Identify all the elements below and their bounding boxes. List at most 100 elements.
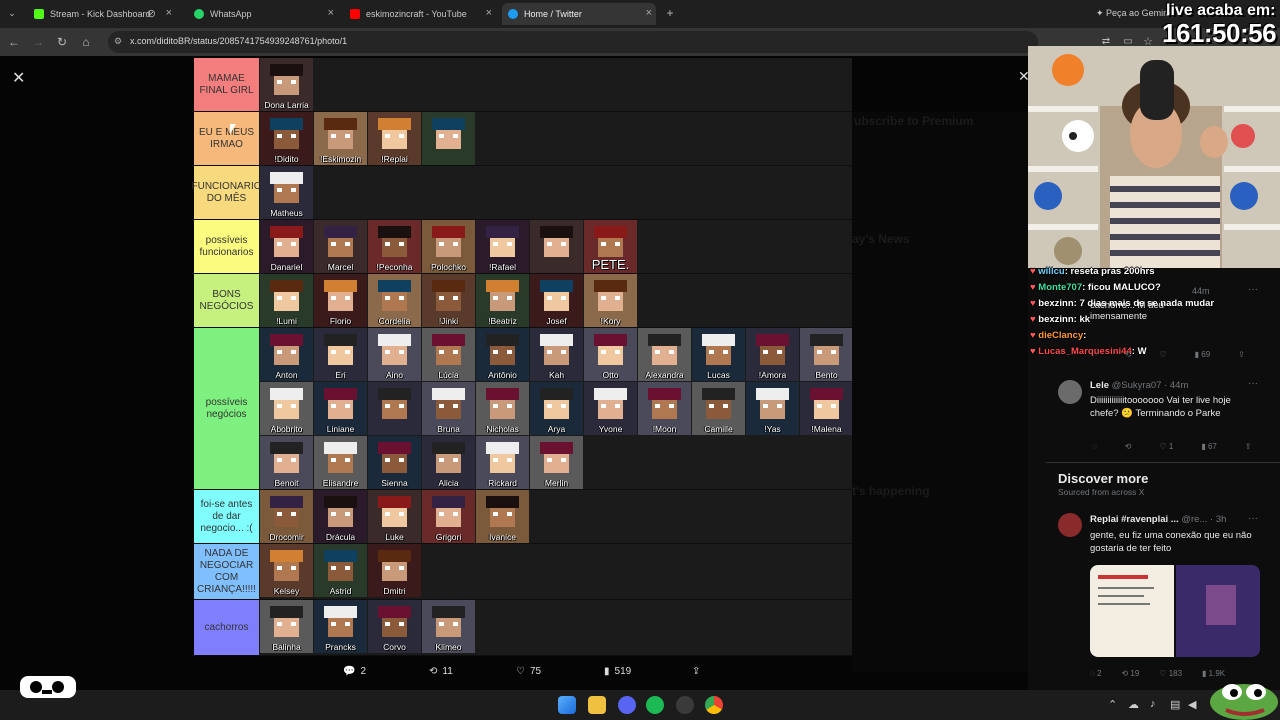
more-options-icon[interactable]: ··· (1248, 284, 1258, 295)
tier-item: !Didito (260, 112, 313, 165)
new-tab-icon[interactable]: + (662, 5, 678, 21)
reload-icon[interactable]: ↻ (54, 34, 70, 50)
repost-button[interactable]: ⟲ 11 (429, 666, 453, 677)
heart-icon[interactable]: ♡ 1 (1159, 442, 1173, 451)
close-icon[interactable]: ✕ (12, 68, 25, 88)
skin-hair (432, 388, 465, 400)
reply-button[interactable]: 💬 2 (343, 666, 366, 677)
views-icon[interactable]: ▮ 69 (1195, 350, 1211, 359)
skin-eyes (385, 566, 404, 570)
onedrive-icon[interactable]: ☁ (1128, 698, 1139, 711)
repost-icon[interactable]: ⟲ (1125, 350, 1132, 359)
tier-item: Nicholas (476, 382, 529, 435)
network-icon[interactable]: ▤ (1170, 698, 1180, 711)
skin-hair (270, 550, 303, 562)
tier-row: FUNCIONARIO DO MÊS Matheus (192, 166, 852, 220)
close-tab-icon[interactable]: × (646, 7, 652, 19)
tier-item: Alexandra (638, 328, 691, 381)
post-author[interactable]: Replai #ravenplai ... (1090, 514, 1179, 525)
skin-eyes (493, 512, 512, 516)
gemini-button[interactable]: ✦ Peça ao Gemini (1096, 8, 1170, 19)
back-icon[interactable]: ← (6, 34, 22, 50)
start-icon[interactable] (558, 696, 576, 714)
more-options-icon[interactable]: ··· (1248, 513, 1258, 524)
tier-item: Camille (692, 382, 745, 435)
discover-subtitle: Sourced from across X (1058, 487, 1145, 497)
views-icon[interactable]: ▮ 67 (1201, 442, 1217, 451)
chrome-icon[interactable] (705, 696, 723, 714)
skin-eyes (331, 350, 350, 354)
reply-icon: 💬 (343, 666, 356, 677)
avatar[interactable] (1058, 513, 1082, 537)
address-bar[interactable]: ⚙ x.com/diditoBR/status/2085741754939248… (108, 31, 1038, 53)
repost-icon[interactable]: ⟲ (1125, 442, 1132, 451)
share-icon[interactable]: ⇪ (1238, 350, 1245, 359)
skin-eyes (439, 458, 458, 462)
skin-eyes (493, 296, 512, 300)
forward-icon[interactable]: → (30, 34, 46, 50)
chat-username: Monte707 (1038, 282, 1083, 293)
discord-icon[interactable] (618, 696, 636, 714)
share-icon[interactable]: ⇪ (1245, 442, 1252, 451)
microphone-icon[interactable]: ♪ (1150, 698, 1156, 710)
skin-eyes (547, 242, 566, 246)
site-info-icon[interactable]: ⚙ (114, 36, 122, 47)
tier-label: cachorros (194, 600, 259, 655)
obs-icon[interactable] (676, 696, 694, 714)
post-text: gente, eu fiz uma conexão que eu não gos… (1090, 530, 1252, 554)
close-tab-icon[interactable]: × (328, 7, 334, 19)
tier-item-name: Klimeo (435, 642, 462, 652)
tier-label: foi-se antes de dar negocio... :( (194, 490, 259, 543)
skin-hair (378, 496, 411, 508)
skin-hair (432, 496, 465, 508)
file-explorer-icon[interactable] (588, 696, 606, 714)
skin-eyes (331, 566, 350, 570)
avatar[interactable] (1058, 380, 1082, 404)
skin-eyes (385, 296, 404, 300)
home-icon[interactable]: ⌂ (78, 34, 94, 50)
close-tab-icon[interactable]: × (166, 7, 172, 19)
reply-icon[interactable]: ◌ 2 (1090, 669, 1101, 678)
skin-eyes (439, 134, 458, 138)
skin-hair (324, 334, 357, 346)
volume-icon[interactable]: ◀ (1188, 698, 1196, 711)
skin-hair (756, 388, 789, 400)
tier-item: Yvone (584, 382, 637, 435)
tier-row: possíveis funcionarios Danariel Marcel !Pec… (194, 220, 852, 274)
tab-kick-dashboard[interactable]: Stream - Kick Dashboard ⊘ × (28, 3, 176, 25)
tier-item-name: !Didito (274, 154, 299, 164)
close-tab-icon[interactable]: × (486, 7, 492, 19)
skin-hair (378, 388, 411, 400)
tab-youtube[interactable]: eskimozincraft - YouTube × (344, 3, 496, 25)
faded-sidebar-text: ay's News (852, 232, 910, 246)
skin-eyes (763, 404, 782, 408)
more-options-icon[interactable]: ··· (1248, 378, 1258, 389)
share-icon: ⇪ (692, 666, 701, 677)
tier-item-name: Polochko (431, 262, 466, 272)
tier-item-name: !Yas (764, 424, 781, 434)
heart-icon[interactable]: ♡ 183 (1159, 669, 1182, 678)
skin-eyes (709, 404, 728, 408)
share-button[interactable]: ⇪ (692, 666, 700, 677)
like-button[interactable]: ♡ 75 (516, 666, 541, 677)
skin-hair (270, 496, 303, 508)
reply-author[interactable]: Lele (1090, 380, 1109, 391)
skin-hair (270, 388, 303, 400)
tab-search-icon[interactable]: ⌄ (4, 5, 20, 21)
tray-chevron-icon[interactable]: ⌃ (1108, 698, 1117, 711)
reply-icon[interactable]: ◌ (1092, 442, 1097, 451)
post-media[interactable] (1090, 565, 1260, 657)
tier-item-name: Otto (602, 370, 619, 380)
tier-item: Arya (530, 382, 583, 435)
reply-icon[interactable]: ◌ (1092, 350, 1097, 359)
heart-icon[interactable]: ♡ (1159, 350, 1166, 359)
spotify-icon[interactable] (646, 696, 664, 714)
repost-icon[interactable]: ⟲ 19 (1121, 669, 1139, 678)
mute-icon[interactable]: ⊘ (147, 7, 156, 20)
views-button[interactable]: ▮ 519 (604, 666, 631, 677)
skin-hair (378, 334, 411, 346)
tab-whatsapp[interactable]: WhatsApp × (188, 3, 338, 25)
tab-twitter[interactable]: Home / Twitter × (502, 3, 656, 25)
gemini-label: Peça ao Gemini (1106, 8, 1171, 18)
tier-item-name: Danariel (270, 262, 303, 272)
